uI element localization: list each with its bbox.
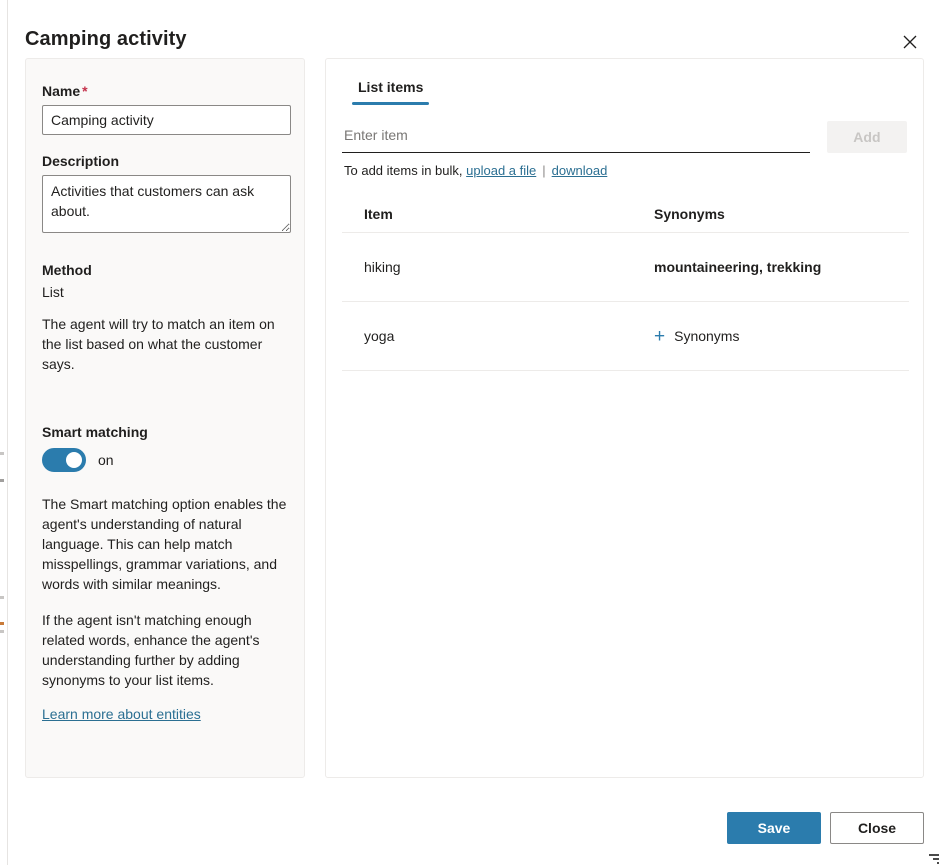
smart-matching-toggle-row: on xyxy=(42,448,288,472)
column-header-synonyms: Synonyms xyxy=(654,206,909,222)
list-items-table: Item Synonyms hiking mountaineering, tre… xyxy=(342,206,909,371)
table-row[interactable]: yoga + Synonyms xyxy=(342,302,909,371)
item-synonyms: + Synonyms xyxy=(654,327,909,346)
item-synonyms: mountaineering, trekking xyxy=(654,259,909,275)
entity-details-panel: Name* Description Method List The agent … xyxy=(25,58,305,778)
table-row[interactable]: hiking mountaineering, trekking xyxy=(342,233,909,302)
resize-line xyxy=(933,858,939,860)
plus-icon: + xyxy=(654,327,665,346)
save-button[interactable]: Save xyxy=(727,812,821,844)
spacer xyxy=(42,374,288,424)
add-synonyms-button[interactable]: + Synonyms xyxy=(654,327,739,346)
learn-more-link[interactable]: Learn more about entities xyxy=(42,706,201,722)
enter-item-input[interactable] xyxy=(342,121,810,153)
entity-editor-dialog: Camping activity Name* Description Metho… xyxy=(8,0,941,865)
bulk-import-hint: To add items in bulk, upload a file | down… xyxy=(342,163,907,178)
resize-line xyxy=(937,862,939,864)
item-name: yoga xyxy=(342,328,654,344)
smart-matching-label: Smart matching xyxy=(42,424,288,440)
background-tick xyxy=(0,452,4,455)
name-label: Name* xyxy=(42,83,288,99)
spacer xyxy=(42,238,288,262)
required-marker: * xyxy=(82,83,87,99)
dialog-header: Camping activity xyxy=(8,0,941,62)
bulk-hint-text: To add items in bulk, xyxy=(344,163,463,178)
description-label: Description xyxy=(42,153,288,169)
background-tick xyxy=(0,596,4,599)
method-help-text: The agent will try to match an item on t… xyxy=(42,314,288,374)
upload-a-file-link[interactable]: upload a file xyxy=(466,163,536,178)
spacer xyxy=(42,135,288,153)
smart-matching-toggle[interactable] xyxy=(42,448,86,472)
close-icon xyxy=(903,35,917,49)
resize-handle-icon[interactable] xyxy=(925,850,939,864)
smart-matching-paragraph-2: If the agent isn't matching enough relat… xyxy=(42,610,288,690)
download-link[interactable]: download xyxy=(552,163,608,178)
dialog-footer: Save Close xyxy=(727,812,924,844)
smart-matching-paragraph-1: The Smart matching option enables the ag… xyxy=(42,494,288,594)
list-items-panel: List items Add To add items in bulk, upl… xyxy=(325,58,924,778)
close-icon-button[interactable] xyxy=(894,26,926,58)
background-tick xyxy=(0,622,4,625)
item-name: hiking xyxy=(342,259,654,275)
spacer xyxy=(42,472,288,494)
add-synonyms-label: Synonyms xyxy=(674,328,739,344)
resize-line xyxy=(929,854,939,856)
description-textarea[interactable] xyxy=(42,175,291,233)
page-title: Camping activity xyxy=(25,28,187,51)
dialog-body: Name* Description Method List The agent … xyxy=(8,58,941,780)
tab-bar: List items xyxy=(342,71,907,113)
close-button[interactable]: Close xyxy=(830,812,924,844)
add-item-button[interactable]: Add xyxy=(827,121,907,153)
method-value: List xyxy=(42,284,288,300)
add-item-row: Add xyxy=(342,121,907,153)
toggle-knob xyxy=(66,452,82,468)
background-page-edge xyxy=(0,0,8,865)
column-header-item: Item xyxy=(342,206,654,222)
method-label: Method xyxy=(42,262,288,278)
name-label-text: Name xyxy=(42,83,80,99)
smart-matching-state: on xyxy=(98,452,114,468)
bulk-separator: | xyxy=(542,163,545,178)
table-header-row: Item Synonyms xyxy=(342,206,909,233)
background-tick xyxy=(0,630,4,633)
name-input[interactable] xyxy=(42,105,291,135)
tab-list-items[interactable]: List items xyxy=(352,71,429,105)
background-tick xyxy=(0,479,4,482)
